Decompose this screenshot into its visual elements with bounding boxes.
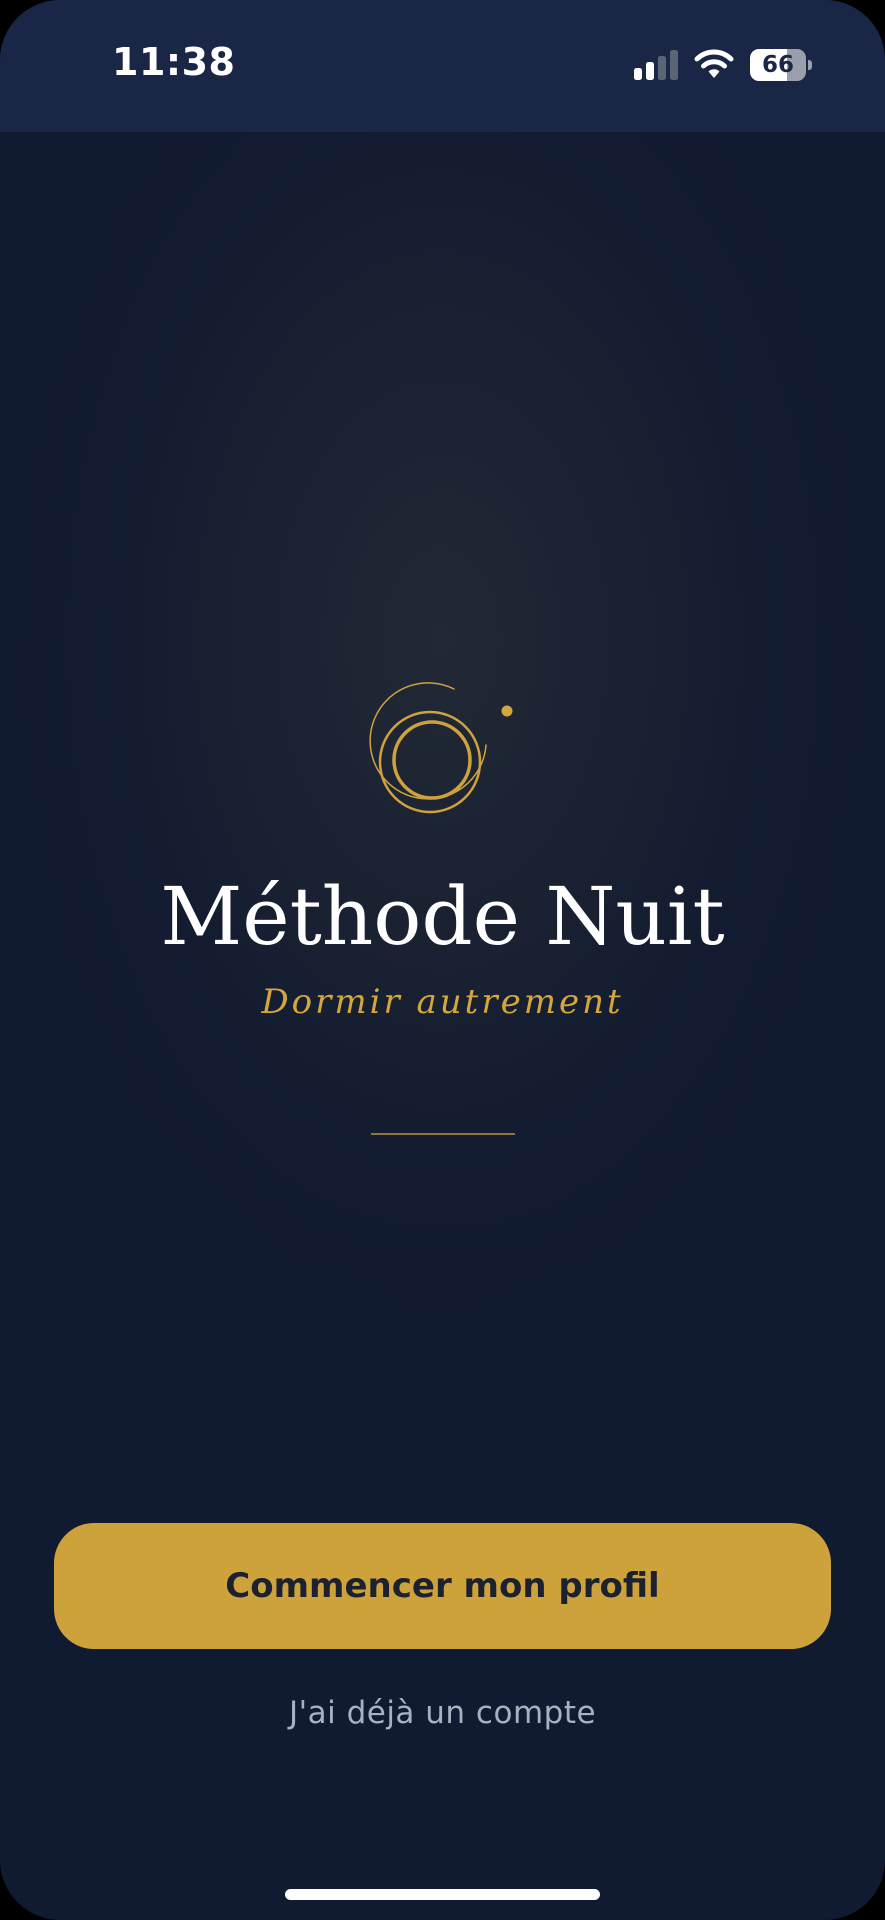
status-time: 11:38 xyxy=(112,40,236,84)
battery-level: 66 xyxy=(761,52,794,78)
app-tagline: Dormir autrement xyxy=(261,982,624,1022)
app-screen: 11:38 66 Méthode Nuit Dormir autrement C… xyxy=(0,0,885,1920)
app-title: Méthode Nuit xyxy=(160,870,725,963)
battery-icon: 66 xyxy=(750,49,812,81)
divider xyxy=(371,1133,515,1135)
status-bar: 11:38 66 xyxy=(0,0,885,132)
start-profile-button[interactable]: Commencer mon profil xyxy=(54,1523,831,1649)
moon-orbit-logo xyxy=(369,682,513,814)
home-indicator[interactable] xyxy=(285,1889,600,1900)
existing-account-link[interactable]: J'ai déjà un compte xyxy=(0,1695,885,1731)
cellular-signal-icon xyxy=(634,50,680,80)
wifi-icon xyxy=(694,49,734,78)
